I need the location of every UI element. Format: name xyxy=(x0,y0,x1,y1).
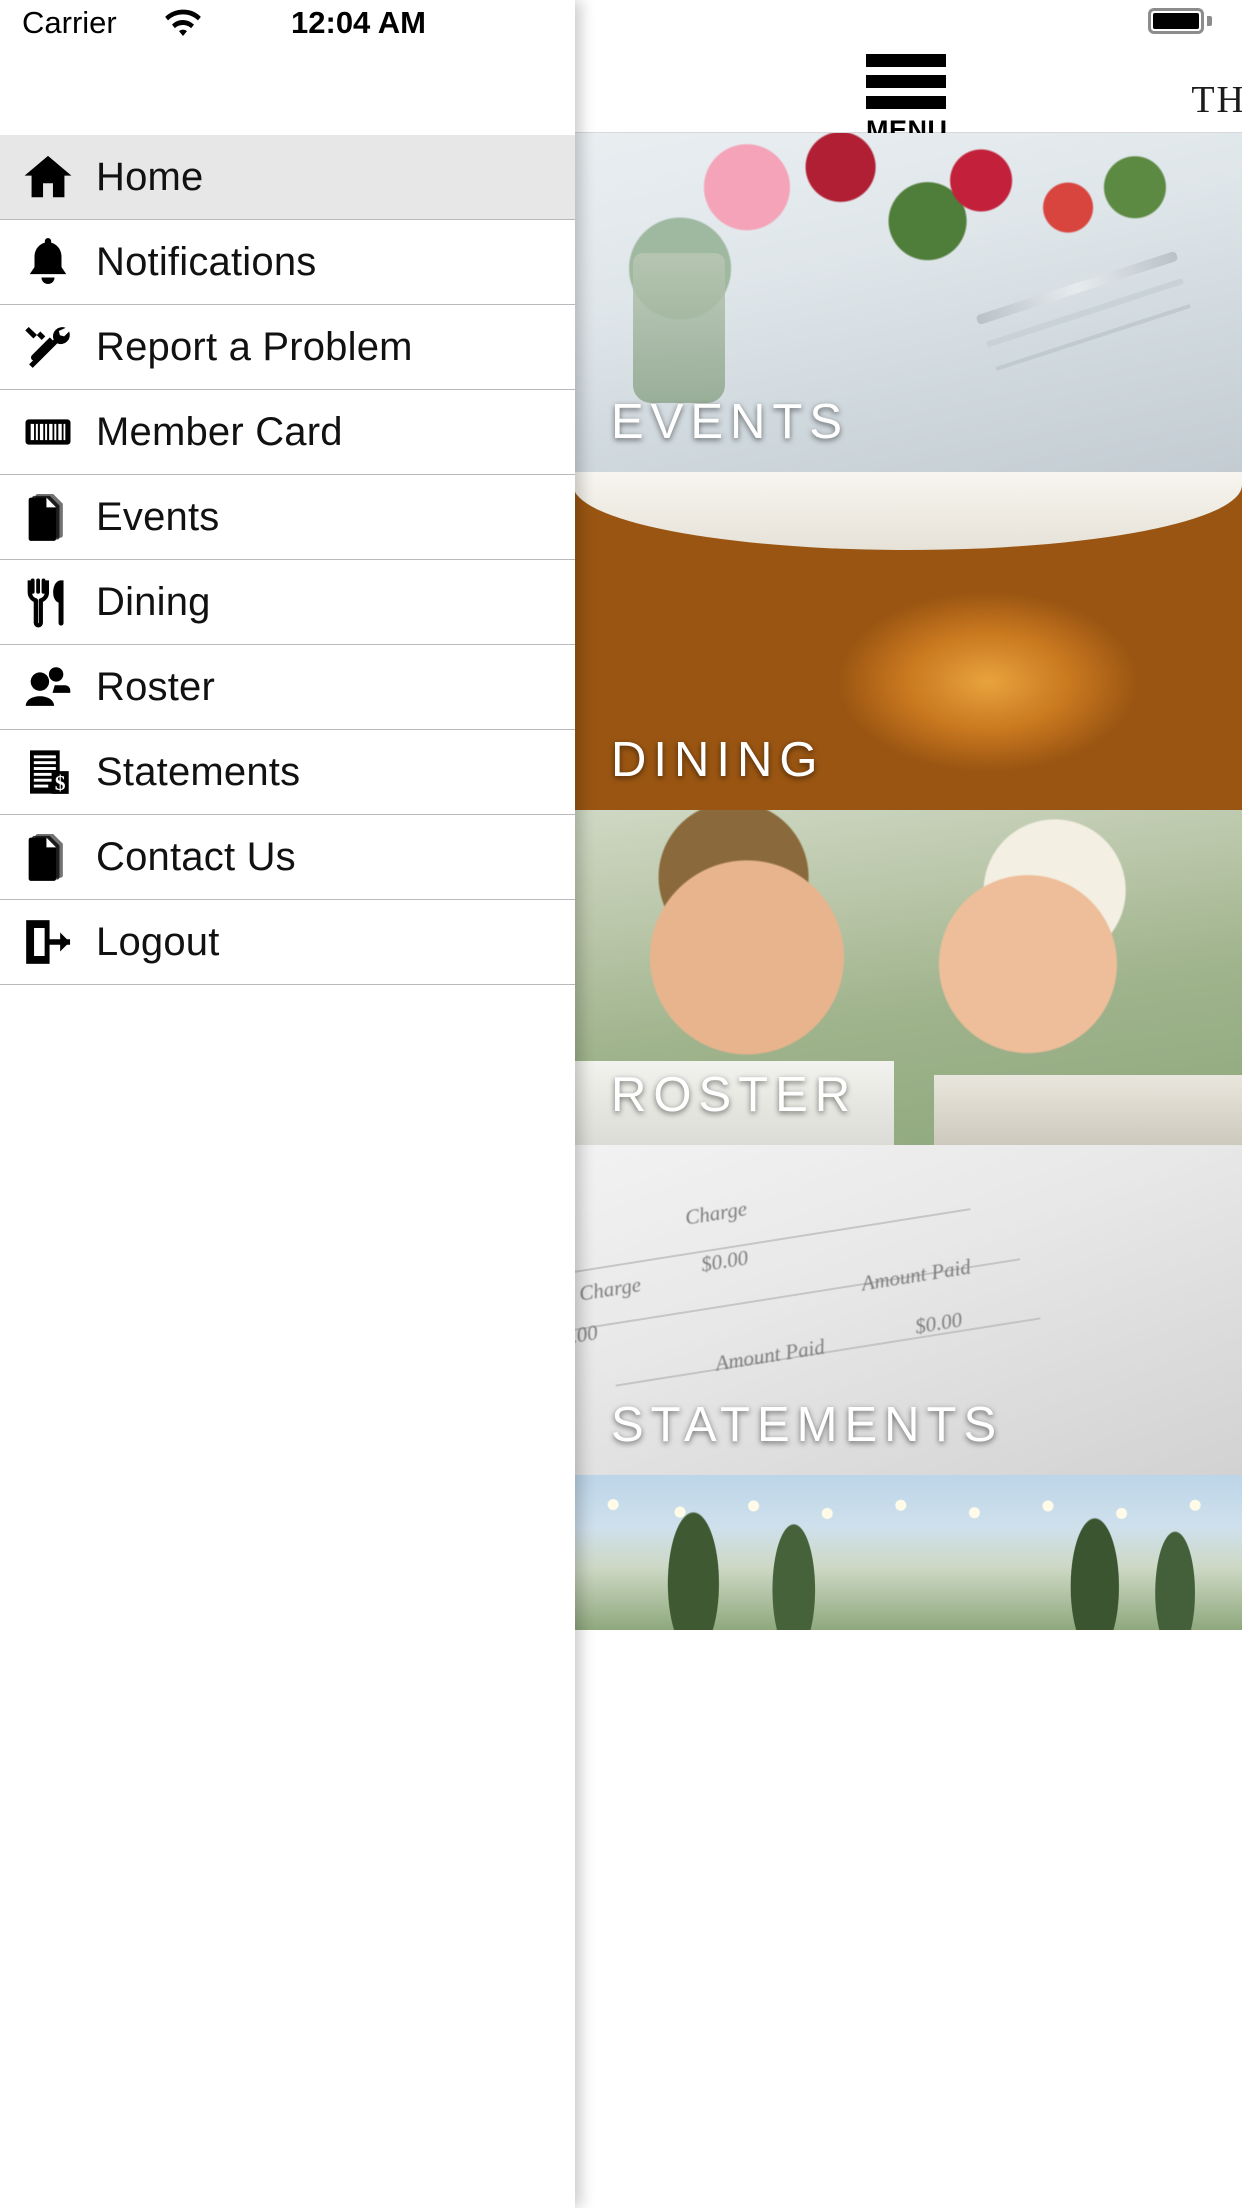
sidebar-item-logout[interactable]: Logout xyxy=(0,900,575,985)
side-menu-drawer: Carrier 12:04 AM Home Notifications Repo… xyxy=(0,0,575,2208)
tile-caption-roster: ROSTER xyxy=(611,1068,858,1122)
app-header: MENU TH xyxy=(573,40,1242,144)
sidebar-item-statements[interactable]: $ Statements xyxy=(0,730,575,815)
cutlery-shape xyxy=(975,250,1179,326)
hamburger-bar-3 xyxy=(866,96,946,109)
status-bar: Carrier 12:04 AM xyxy=(0,0,575,40)
sidebar-item-notifications[interactable]: Notifications xyxy=(0,220,575,305)
clock-label: 12:04 AM xyxy=(291,5,426,40)
battery-nub xyxy=(1207,16,1212,26)
sidebar-item-label: Notifications xyxy=(96,239,317,284)
vase-shape xyxy=(633,253,725,403)
main-status-bar xyxy=(573,0,1242,40)
shirt-right-shape xyxy=(934,1075,1242,1145)
statement-amount-2: $0.00 xyxy=(913,1307,964,1339)
sidebar-item-roster[interactable]: Roster xyxy=(0,645,575,730)
hamburger-bar-2 xyxy=(866,75,946,88)
sidebar-item-member-card[interactable]: Member Card xyxy=(0,390,575,475)
hammer-wrench-icon xyxy=(0,320,96,374)
barcode-icon xyxy=(0,405,96,459)
sidebar-item-label: Roster xyxy=(96,664,216,709)
sidebar-item-report-a-problem[interactable]: Report a Problem xyxy=(0,305,575,390)
string-lights-shape xyxy=(573,1491,1242,1525)
tile-dining[interactable]: DINING xyxy=(573,472,1242,810)
sidebar-item-label: Contact Us xyxy=(96,834,296,879)
statement-charge-label-2: Charge xyxy=(577,1272,643,1306)
pages-icon xyxy=(0,490,96,544)
svg-text:$: $ xyxy=(55,771,66,795)
tile-statements[interactable]: Charge $0.00 Amount Paid $0.00 Charge 0.… xyxy=(573,1145,1242,1475)
plate-rim-shape xyxy=(573,472,1242,550)
drawer-top-spacer xyxy=(0,40,575,135)
sidebar-item-label: Member Card xyxy=(96,409,343,454)
sidebar-item-label: Logout xyxy=(96,919,220,964)
people-icon xyxy=(0,660,96,714)
tile-caption-events: EVENTS xyxy=(611,395,850,449)
sidebar-item-home[interactable]: Home xyxy=(0,135,575,220)
statement-partial-amount: 0.00 xyxy=(573,1320,600,1350)
statement-amount-paid-label-1: Amount Paid xyxy=(859,1254,973,1296)
hamburger-menu-icon xyxy=(866,54,946,67)
paper-line xyxy=(615,1317,1041,1387)
statement-charge-label-1: Charge xyxy=(683,1196,749,1230)
sidebar-item-label: Report a Problem xyxy=(96,324,413,369)
tile-roster[interactable]: ROSTER xyxy=(573,810,1242,1145)
sidebar-item-label: Events xyxy=(96,494,220,539)
sidebar-item-label: Statements xyxy=(96,749,301,794)
fork-knife-icon xyxy=(0,575,96,629)
battery-fill xyxy=(1153,13,1199,29)
pages-icon xyxy=(0,830,96,884)
sidebar-item-label: Home xyxy=(96,154,204,199)
sidebar-item-dining[interactable]: Dining xyxy=(0,560,575,645)
invoice-dollar-icon: $ xyxy=(0,745,96,799)
tile-caption-statements: STATEMENTS xyxy=(611,1398,1004,1452)
bell-icon xyxy=(0,235,96,289)
menu-button[interactable]: MENU xyxy=(866,54,952,144)
home-icon xyxy=(0,150,96,204)
sidebar-item-events[interactable]: Events xyxy=(0,475,575,560)
logout-icon xyxy=(0,915,96,969)
statement-amount-paid-label-2: Amount Paid xyxy=(713,1334,827,1376)
battery-icon xyxy=(1148,8,1204,34)
sidebar-item-label: Dining xyxy=(96,579,211,624)
main-content-panel: MENU TH EVENTS DINING ROSTER Charge $0.0… xyxy=(573,0,1242,2208)
tile-caption-dining: DINING xyxy=(611,733,825,787)
tile-garden[interactable] xyxy=(573,1475,1242,1630)
brand-logo: TH xyxy=(1191,79,1242,121)
sidebar-item-contact-us[interactable]: Contact Us xyxy=(0,815,575,900)
tile-events[interactable]: EVENTS xyxy=(573,133,1242,472)
